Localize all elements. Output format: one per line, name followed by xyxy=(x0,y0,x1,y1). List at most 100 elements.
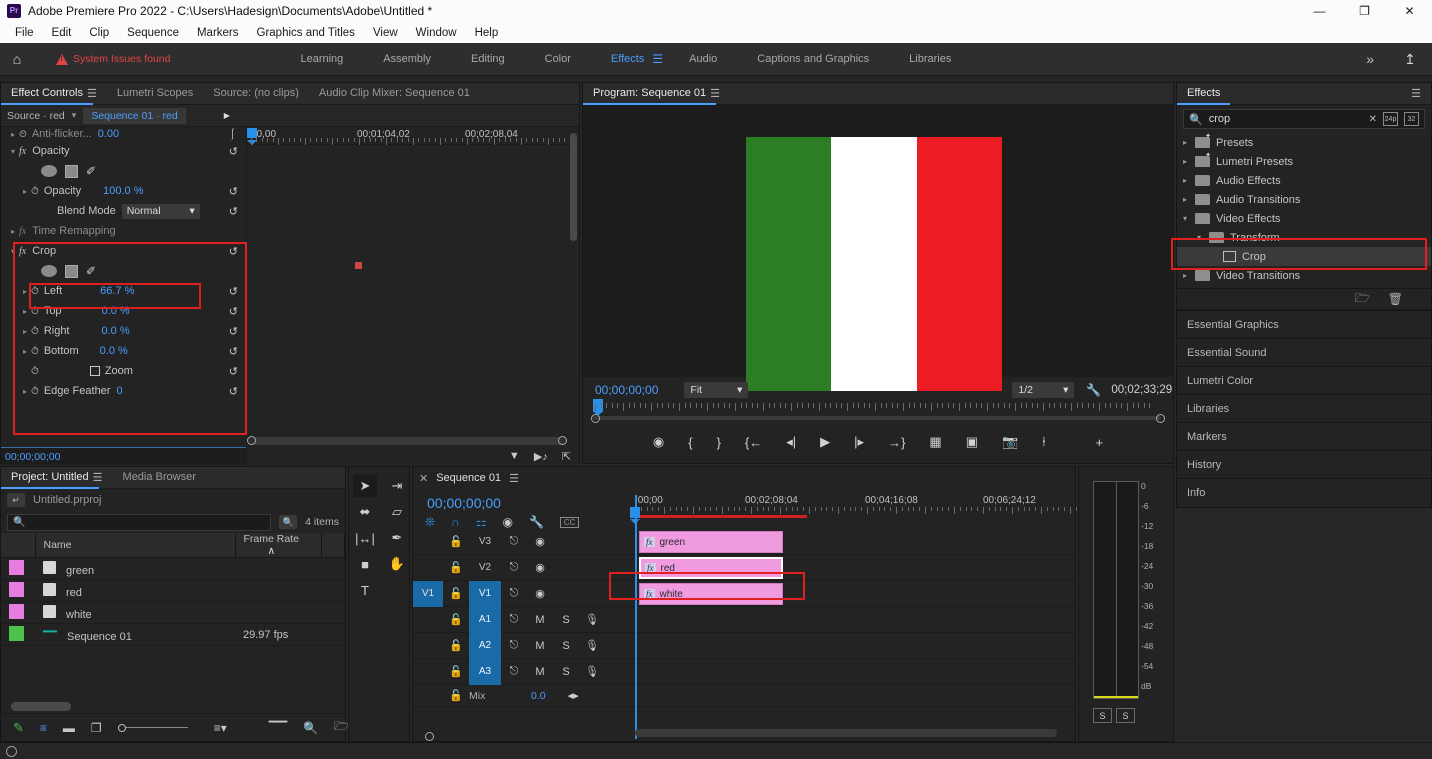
reset-icon[interactable]: ↺ xyxy=(229,345,238,358)
system-issues-indicator[interactable]: System Issues found xyxy=(56,53,170,65)
linked-selection-icon[interactable]: ⚏ xyxy=(476,515,487,529)
workspace-overflow-icon[interactable]: » xyxy=(1366,51,1388,67)
stopwatch-icon[interactable]: ⏱ xyxy=(31,186,39,197)
chevron-down-icon[interactable]: ▾ xyxy=(1197,233,1209,242)
playback-resolution-select[interactable]: 1/2 ▾ xyxy=(1012,382,1075,398)
track-row-a3[interactable]: 🔓 A3 ⎋ M S 🎙 xyxy=(413,658,1075,685)
add-marker-icon[interactable]: ◉ xyxy=(653,434,664,450)
tab-audio-clip-mixer[interactable]: Audio Clip Mixer: Sequence 01 xyxy=(309,83,480,105)
freeform-view-icon[interactable]: ❐ xyxy=(91,721,102,735)
reset-icon[interactable]: ↺ xyxy=(229,185,238,198)
sync-lock-icon[interactable]: ⎋ xyxy=(501,613,527,626)
hand-tool[interactable]: ✋ xyxy=(385,553,409,575)
voice-over-record-icon[interactable]: 🎙 xyxy=(579,613,605,626)
clip-white[interactable]: fx white xyxy=(639,583,783,605)
param-group-crop[interactable]: ▾ fx Crop ↺ xyxy=(1,241,246,261)
track-name-a1[interactable]: A1 xyxy=(469,606,501,633)
track-name-a2[interactable]: A2 xyxy=(469,632,501,659)
effects-panel-menu-icon[interactable]: ☰ xyxy=(1411,87,1431,100)
zoom-checkbox[interactable] xyxy=(89,366,100,376)
toggle-track-output-icon[interactable]: ◉ xyxy=(527,587,553,600)
maximize-button[interactable]: ❐ xyxy=(1342,0,1387,22)
lock-track-icon[interactable]: 🔓 xyxy=(443,535,469,548)
chevron-right-icon[interactable]: ▸ xyxy=(1183,176,1195,185)
param-blend-mode[interactable]: Blend Mode Normal ▾ ↺ xyxy=(1,201,246,221)
audio-meter-channels[interactable] xyxy=(1093,481,1139,699)
ripple-edit-tool[interactable]: ⬌ xyxy=(353,501,377,523)
param-crop-zoom[interactable]: ⏱ Zoom ↺ xyxy=(1,361,246,381)
table-row[interactable]: white xyxy=(1,601,345,624)
reset-icon[interactable]: ↺ xyxy=(229,325,238,338)
new-custom-bin-icon[interactable]: 🗁 xyxy=(1355,289,1370,310)
menu-view[interactable]: View xyxy=(364,25,407,41)
panel-markers[interactable]: Markers xyxy=(1176,422,1432,450)
reset-icon[interactable]: ↺ xyxy=(229,365,238,378)
effect-controls-timeline[interactable]: 00,00 00;01;04,02 00;02;08,04 ▼ ▶♪ ⇱ xyxy=(247,127,579,465)
find-icon[interactable]: 🔍 xyxy=(303,721,318,735)
program-monitor-ruler[interactable] xyxy=(583,399,1173,425)
icon-view-icon[interactable]: ▬ xyxy=(63,721,75,735)
scrollbar-left-handle[interactable] xyxy=(247,436,256,445)
chevron-right-icon[interactable]: ▸ xyxy=(1183,271,1195,280)
panel-essential-sound[interactable]: Essential Sound xyxy=(1176,338,1432,366)
param-crop-left[interactable]: ▸ ⏱ Left 66.7 % ↺ xyxy=(1,281,246,301)
list-view-icon[interactable]: ≡ xyxy=(40,721,47,735)
rectangle-tool[interactable]: ■ xyxy=(353,553,377,575)
keyframe-marker[interactable] xyxy=(355,262,362,269)
panel-history[interactable]: History xyxy=(1176,450,1432,478)
column-color-label[interactable] xyxy=(1,533,36,558)
reset-icon[interactable]: ↺ xyxy=(229,205,238,218)
pen-mask-icon[interactable]: ✐ xyxy=(86,264,96,278)
ellipse-mask-icon[interactable] xyxy=(41,165,57,177)
sync-lock-icon[interactable]: ⎋ xyxy=(501,561,527,574)
solo-track-button[interactable]: S xyxy=(553,614,579,626)
voice-over-record-icon[interactable]: 🎙 xyxy=(579,639,605,652)
track-row-a1[interactable]: 🔓 A1 ⎋ M S 🎙 xyxy=(413,606,1075,633)
effects-tree-item-presets[interactable]: ▸ Presets xyxy=(1177,132,1431,152)
audio-keyframe-icon[interactable]: ▶♪ xyxy=(534,450,548,463)
menu-edit[interactable]: Edit xyxy=(43,25,81,41)
scrollbar-right-handle[interactable] xyxy=(1156,414,1165,423)
panel-lumetri-color[interactable]: Lumetri Color xyxy=(1176,366,1432,394)
column-name[interactable]: Name xyxy=(35,533,236,558)
sync-lock-icon[interactable]: ⎋ xyxy=(501,665,527,678)
table-row[interactable]: green xyxy=(1,557,345,580)
voice-over-record-icon[interactable]: 🎙 xyxy=(579,665,605,678)
lock-track-icon[interactable]: 🔓 xyxy=(443,587,469,600)
menu-sequence[interactable]: Sequence xyxy=(118,25,188,41)
scrollbar-right-handle[interactable] xyxy=(558,436,567,445)
table-row[interactable]: Sequence 01 29.97 fps xyxy=(1,623,345,646)
mute-track-button[interactable]: M xyxy=(527,666,553,678)
chevron-right-icon[interactable]: ▸ xyxy=(1183,157,1195,166)
snap-sequence-icon[interactable]: ❊ xyxy=(425,515,435,529)
magnet-snap-icon[interactable]: ∩ xyxy=(451,515,460,529)
play-arrow-icon[interactable]: ▶ xyxy=(224,111,230,120)
reset-icon[interactable]: ↺ xyxy=(229,285,238,298)
effect-controls-vertical-scrollbar[interactable] xyxy=(570,133,577,241)
param-value[interactable]: 0.00 xyxy=(98,128,119,140)
tab-source-monitor[interactable]: Source: (no clips) xyxy=(203,83,309,105)
export-frame-icon[interactable]: ⇱ xyxy=(562,450,571,463)
param-crop-bottom[interactable]: ▸ ⏱ Bottom 0.0 % ↺ xyxy=(1,341,246,361)
menu-window[interactable]: Window xyxy=(407,25,466,41)
expand-chevron-icon[interactable]: ▸ xyxy=(19,187,31,196)
effect-controls-timecode[interactable]: 00;00;00;00 xyxy=(1,447,246,465)
tab-learning[interactable]: Learning xyxy=(280,53,363,65)
export-frame-icon[interactable]: 📷 xyxy=(1002,434,1018,450)
tab-assembly[interactable]: Assembly xyxy=(363,53,451,65)
effect-controls-menu-icon[interactable]: ☰ xyxy=(87,87,107,100)
collapse-chevron-icon[interactable]: ▾ xyxy=(7,247,19,256)
go-to-in-icon[interactable]: {← xyxy=(745,435,762,450)
tab-effects-panel[interactable]: Effects xyxy=(1177,83,1231,105)
track-row-v3[interactable]: 🔓 V3 ⎋ ◉ fx green xyxy=(413,529,1075,555)
track-row-v1[interactable]: V1 🔓 V1 ⎋ ◉ fx white xyxy=(413,580,1075,607)
mute-track-button[interactable]: M xyxy=(527,614,553,626)
effect-controls-ruler[interactable]: 00,00 00;01;04,02 00;02;08,04 xyxy=(247,127,579,145)
menu-graphics-and-titles[interactable]: Graphics and Titles xyxy=(248,25,364,41)
zoom-level-select[interactable]: Fit ▾ xyxy=(684,382,749,398)
toggle-track-output-icon[interactable]: ◉ xyxy=(527,561,553,574)
32bit-color-icon[interactable]: 32 xyxy=(1404,112,1419,126)
project-search-input[interactable]: 🔍 xyxy=(7,513,272,531)
menu-help[interactable]: Help xyxy=(466,25,508,41)
effects-tree-item-video-effects[interactable]: ▾ Video Effects xyxy=(1177,209,1431,228)
